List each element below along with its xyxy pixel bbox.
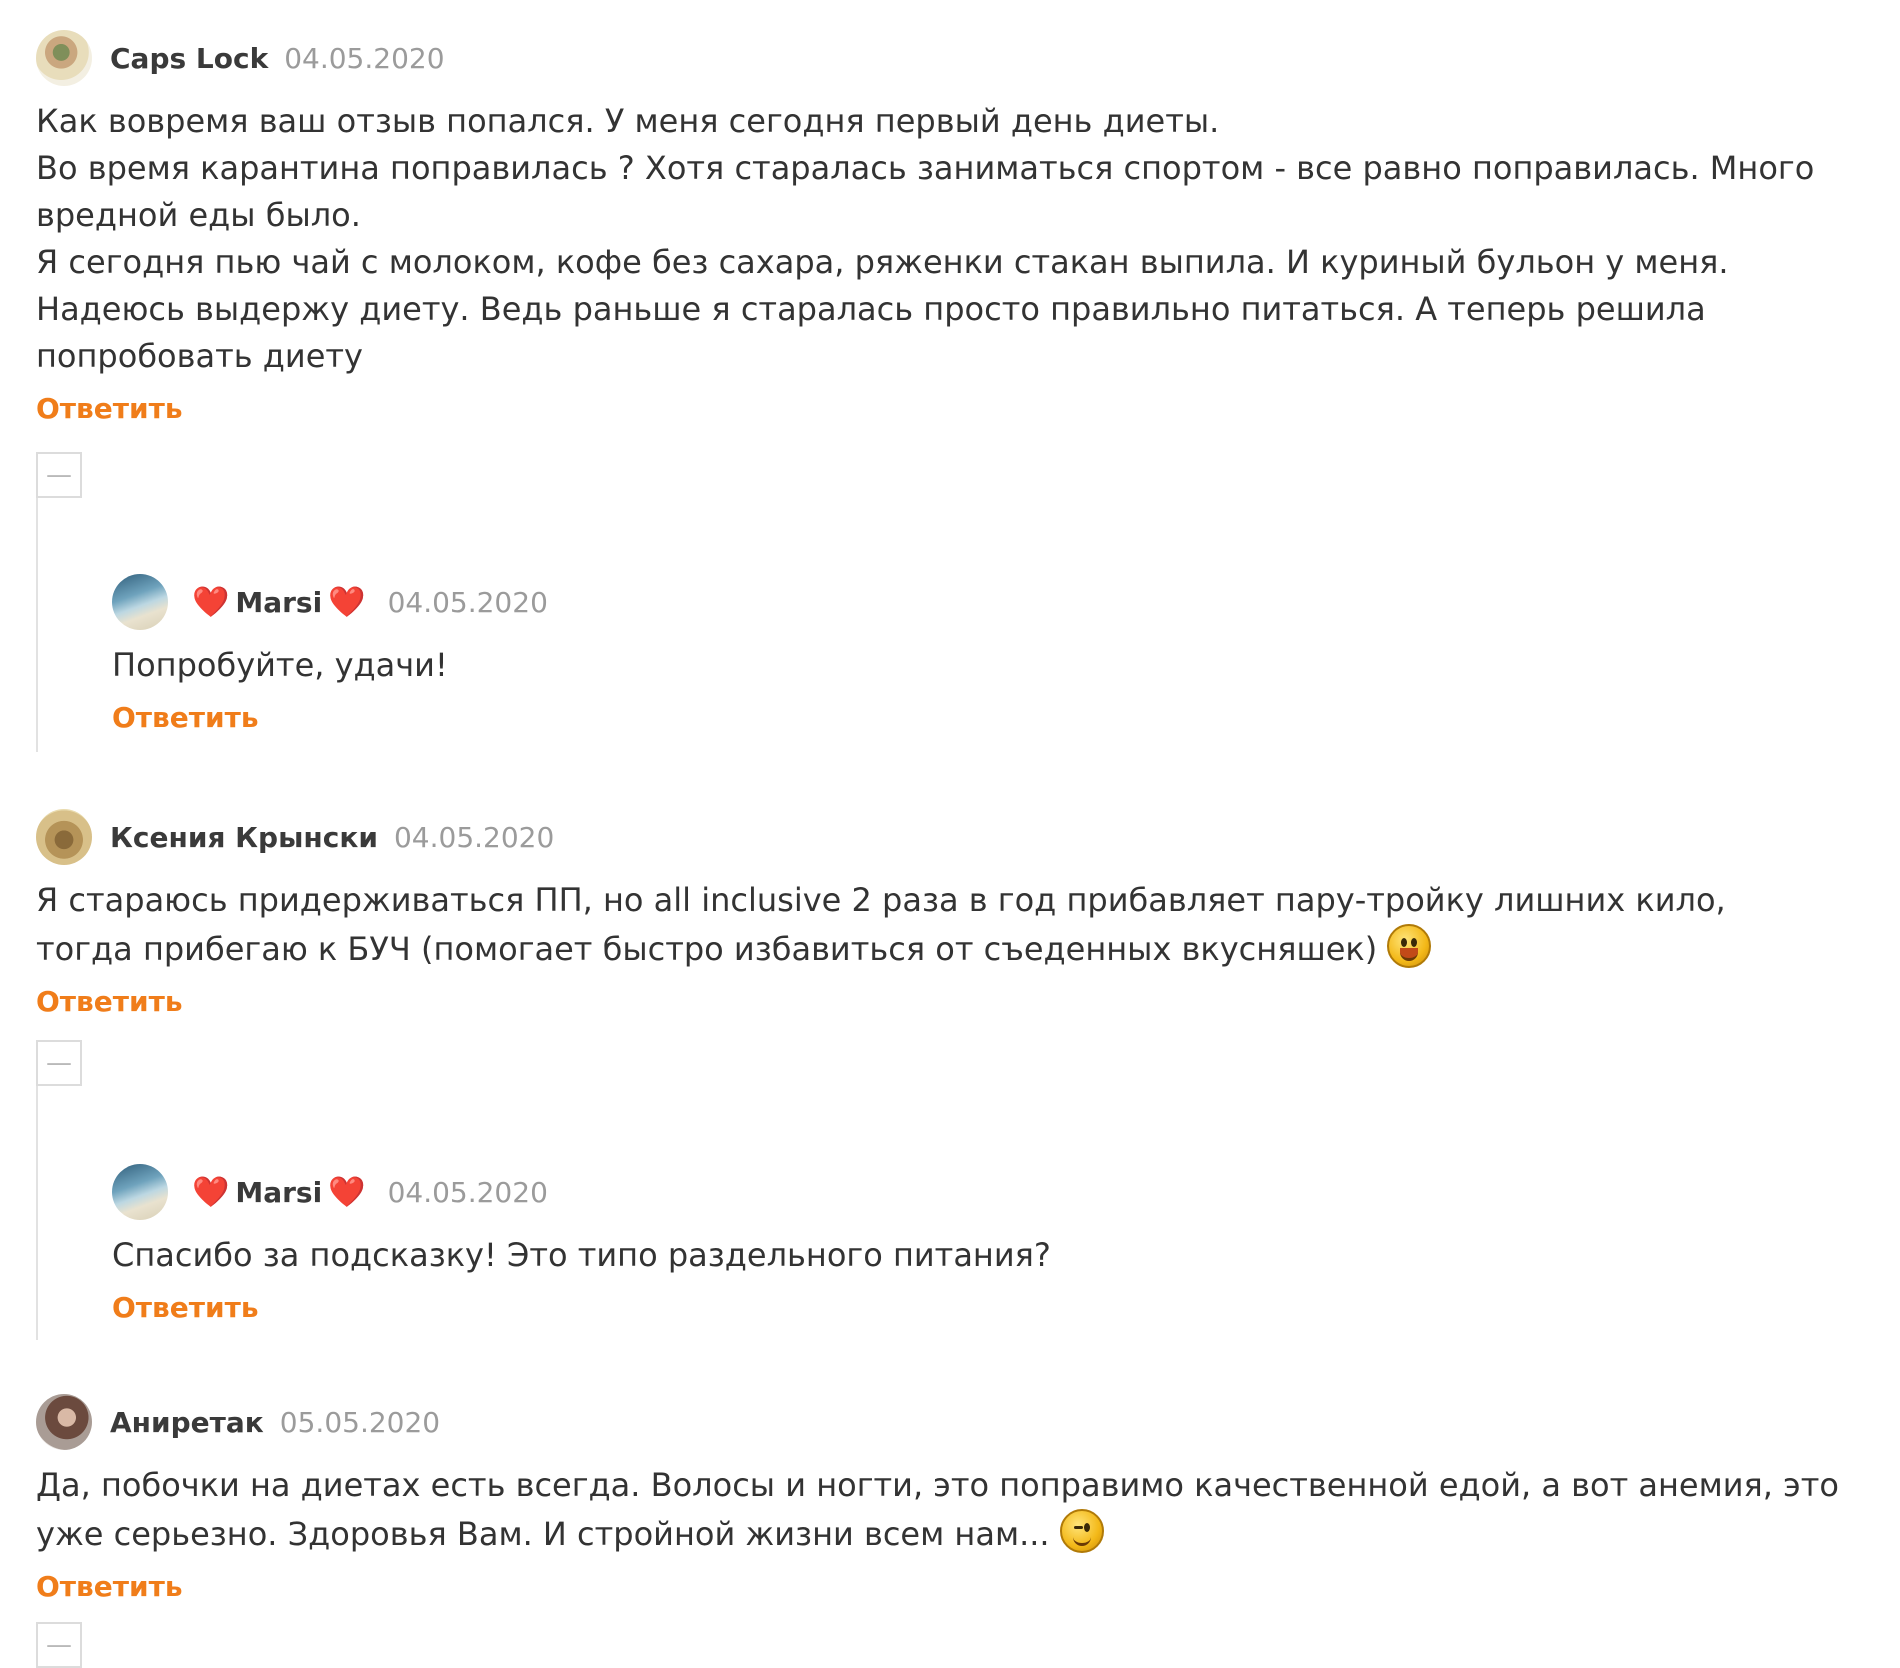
reply-link[interactable]: Ответить (112, 701, 259, 734)
comment: Аниретак 05.05.2020 Да, побочки на диета… (36, 1390, 1856, 1603)
avatar[interactable] (36, 30, 92, 86)
comment-date: 04.05.2020 (387, 585, 548, 619)
smile-emoji-icon (1387, 924, 1432, 968)
reply-comment: ❤️ Marsi ❤️ 04.05.2020 Попробуйте, удачи… (112, 570, 1852, 734)
comment-author[interactable]: ❤️ Marsi ❤️ (186, 585, 372, 620)
comment-text-body: Да, побочки на диетах есть всегда. Волос… (36, 1466, 1850, 1553)
heart-icon: ❤️ (192, 584, 230, 620)
author-name[interactable]: Marsi (235, 1176, 322, 1209)
comment-date: 04.05.2020 (284, 41, 445, 75)
author-name[interactable]: Marsi (235, 586, 322, 619)
heart-icon: ❤️ (192, 1174, 230, 1210)
comment-text: Да, побочки на диетах есть всегда. Волос… (36, 1462, 1846, 1558)
comment-text: Спасибо за подсказку! Это типо раздельно… (112, 1236, 1051, 1274)
thread-line (36, 1058, 38, 1340)
comment-date: 05.05.2020 (279, 1405, 441, 1439)
avatar[interactable] (36, 809, 92, 865)
comment-text: Я стараюсь придерживаться ПП, но all inc… (36, 877, 1826, 973)
comment-author[interactable]: Caps Lock (110, 42, 268, 75)
reply-comment: ❤️ Marsi ❤️ 04.05.2020 Спасибо за подска… (112, 1160, 1852, 1324)
wink-emoji-icon (1059, 1509, 1104, 1553)
comment: Caps Lock 04.05.2020 Как вовремя ваш отз… (36, 26, 1856, 425)
avatar[interactable] (36, 1394, 92, 1450)
reply-link[interactable]: Ответить (36, 392, 183, 425)
collapse-thread-button[interactable]: — (36, 1040, 82, 1086)
reply-link[interactable]: Ответить (112, 1291, 259, 1324)
comment-date: 04.05.2020 (393, 820, 555, 854)
comment-author[interactable]: Аниретак (110, 1406, 264, 1439)
heart-icon: ❤️ (328, 1174, 366, 1210)
comment-text-body: Я стараюсь придерживаться ПП, но all inc… (36, 881, 1736, 968)
comment-author[interactable]: ❤️ Marsi ❤️ (186, 1175, 372, 1210)
comment-date: 04.05.2020 (387, 1175, 548, 1209)
comments-page: Caps Lock 04.05.2020 Как вовремя ваш отз… (0, 0, 1900, 1668)
collapse-thread-button[interactable]: — (36, 1622, 82, 1668)
thread-line (36, 470, 38, 752)
comment-text: Попробуйте, удачи! (112, 646, 448, 684)
reply-link[interactable]: Ответить (36, 1570, 183, 1603)
reply-link[interactable]: Ответить (36, 985, 183, 1018)
comment-author[interactable]: Ксения Крынски (110, 821, 378, 854)
heart-icon: ❤️ (328, 584, 366, 620)
collapse-thread-button[interactable]: — (36, 452, 82, 498)
avatar[interactable] (112, 574, 168, 630)
comment: Ксения Крынски 04.05.2020 Я стараюсь при… (36, 805, 1856, 1018)
avatar[interactable] (112, 1164, 168, 1220)
comment-text: Как вовремя ваш отзыв попался. У меня се… (36, 102, 1815, 375)
